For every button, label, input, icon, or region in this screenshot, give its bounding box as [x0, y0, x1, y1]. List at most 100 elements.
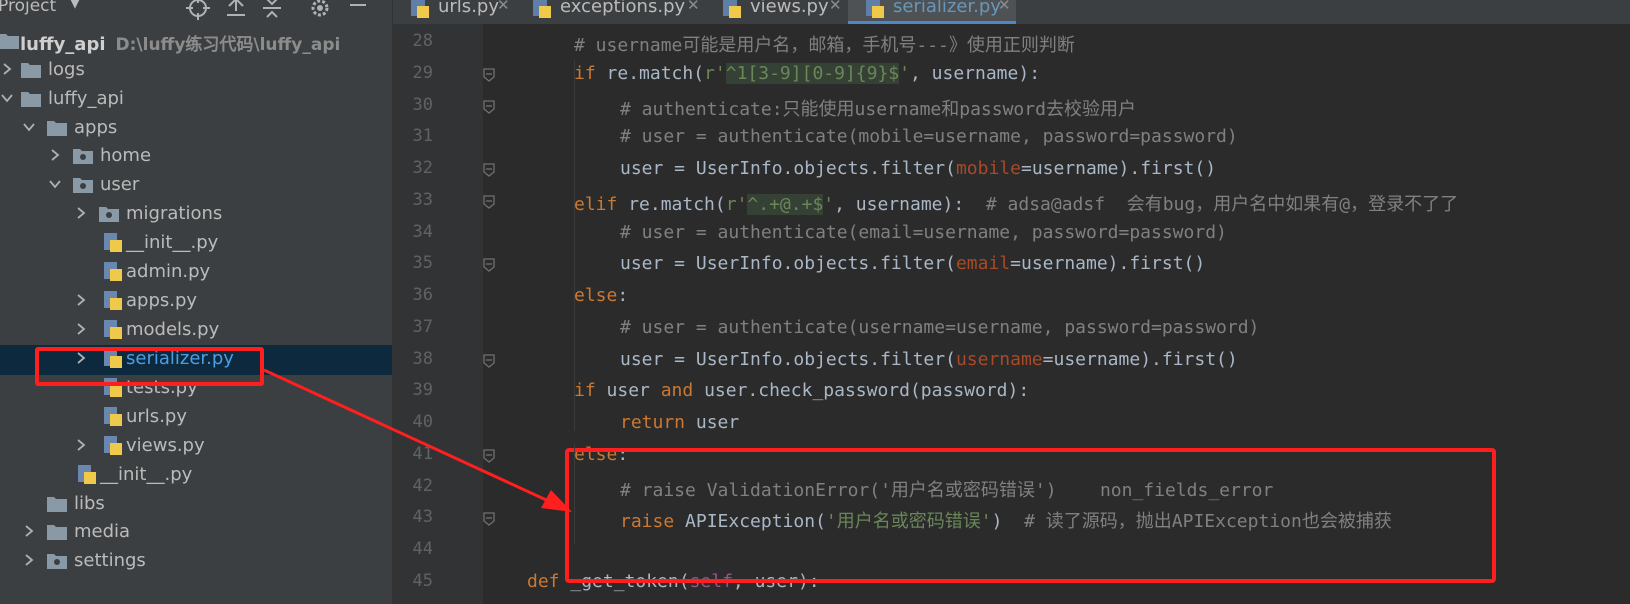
line-number: 33	[412, 190, 433, 210]
folder-icon	[47, 121, 67, 136]
tree-item[interactable]: home	[0, 142, 392, 172]
line-number: 35	[412, 253, 433, 273]
fold-marker-icon[interactable]	[482, 511, 496, 527]
tree-item[interactable]: urls.py	[0, 403, 392, 433]
line-number: 37	[412, 317, 433, 337]
tree-item[interactable]: views.py	[0, 432, 392, 462]
expand-all-icon[interactable]	[222, 0, 250, 22]
tree-item-name: settings	[74, 550, 146, 571]
tree-item-label: apps	[74, 117, 117, 138]
python-file-icon	[104, 262, 122, 281]
chevron-down-icon[interactable]	[0, 91, 14, 105]
tab-exceptions-py[interactable]: exceptions.py ✕	[515, 0, 705, 24]
locate-icon[interactable]	[184, 0, 212, 22]
tree-item-name: apps	[74, 117, 118, 138]
close-icon[interactable]: ✕	[829, 0, 842, 14]
tree-item[interactable]: media	[0, 518, 392, 548]
chevron-right-icon[interactable]	[48, 148, 62, 162]
tree-item[interactable]: luffy_api	[0, 85, 392, 115]
minimize-icon[interactable]	[344, 0, 372, 22]
folder-icon	[0, 34, 19, 49]
fold-marker-icon[interactable]	[482, 257, 496, 273]
code-line[interactable]: # user = authenticate(username=username,…	[620, 317, 1259, 338]
tree-item-label: logs	[48, 59, 85, 80]
chevron-right-icon[interactable]	[0, 62, 14, 76]
tree-item-name: __init__.py	[100, 464, 193, 485]
tree-item[interactable]: luffy_api D:\luffy练习代码\luffy_api	[0, 27, 392, 57]
code-line[interactable]: else:	[574, 285, 628, 306]
tree-item-label: apps.py	[126, 290, 197, 311]
indent-guide	[574, 444, 575, 544]
tree-item-label: libs	[74, 493, 105, 514]
code-line[interactable]: # username可能是用户名，邮箱，手机号---》使用正则判断	[574, 31, 1075, 57]
tree-item[interactable]: admin.py	[0, 258, 392, 288]
close-icon[interactable]: ✕	[497, 0, 510, 14]
gear-icon[interactable]	[306, 0, 334, 22]
chevron-right-icon[interactable]	[74, 206, 88, 220]
tab-urls-py[interactable]: urls.py ✕	[393, 0, 515, 24]
folder-icon	[21, 92, 41, 107]
tree-item[interactable]: apps	[0, 114, 392, 144]
chevron-right-icon[interactable]	[74, 322, 88, 336]
folder-icon	[47, 525, 67, 540]
chevron-down-icon[interactable]: ▼	[70, 0, 80, 11]
chevron-right-icon[interactable]	[22, 553, 36, 567]
collapse-all-icon[interactable]	[258, 0, 286, 22]
fold-marker-icon[interactable]	[482, 194, 496, 210]
chevron-right-icon[interactable]	[22, 524, 36, 538]
fold-marker-icon[interactable]	[482, 353, 496, 369]
code-line[interactable]: # user = authenticate(mobile=username, p…	[620, 126, 1238, 147]
tree-item-name: urls.py	[126, 406, 187, 427]
tree-item-name: views.py	[126, 435, 205, 456]
code-line[interactable]: user = UserInfo.objects.filter(mobile=us…	[620, 158, 1216, 179]
fold-marker-icon[interactable]	[482, 162, 496, 178]
code-annotation-box	[565, 448, 1496, 583]
tree-item-label: luffy_api	[48, 88, 124, 109]
python-file-icon	[533, 0, 551, 18]
tree-annotation-box	[35, 347, 264, 386]
line-number: 45	[412, 571, 433, 591]
code-line[interactable]: if user and user.check_password(password…	[574, 380, 1029, 401]
tree-item-label: migrations	[126, 203, 222, 224]
line-number: 41	[412, 444, 433, 464]
python-file-icon	[411, 0, 429, 18]
python-file-icon	[104, 407, 122, 426]
tree-item-label: __init__.py	[126, 232, 218, 253]
tab-serializer-py[interactable]: serializer.py ✕	[848, 0, 1016, 24]
line-number: 39	[412, 380, 433, 400]
code-line[interactable]: # user = authenticate(email=username, pa…	[620, 222, 1227, 243]
project-panel-title[interactable]: Project	[0, 0, 56, 16]
code-line[interactable]: elif re.match(r'^.+@.+$', username): # a…	[574, 190, 1458, 216]
code-line[interactable]: if re.match(r'^1[3-9][0-9]{9}$', usernam…	[574, 63, 1040, 84]
tree-item-name: admin.py	[126, 261, 211, 282]
tab-views-py[interactable]: views.py ✕	[705, 0, 848, 24]
chevron-right-icon[interactable]	[74, 438, 88, 452]
tree-item[interactable]: __init__.py	[0, 461, 392, 491]
chevron-down-icon[interactable]	[48, 177, 62, 191]
chevron-down-icon[interactable]	[22, 120, 36, 134]
tree-item[interactable]: __init__.py	[0, 229, 392, 259]
code-line[interactable]: # authenticate:只能使用username和password去校验用…	[620, 95, 1136, 121]
close-icon[interactable]: ✕	[998, 0, 1011, 14]
tree-item[interactable]: user	[0, 171, 392, 201]
fold-marker-icon[interactable]	[482, 67, 496, 83]
tree-item[interactable]: libs	[0, 490, 392, 520]
tree-item[interactable]: models.py	[0, 316, 392, 346]
code-line[interactable]: user = UserInfo.objects.filter(email=use…	[620, 253, 1205, 274]
tree-item[interactable]: settings	[0, 547, 392, 577]
tree-item[interactable]: migrations	[0, 200, 392, 230]
chevron-right-icon[interactable]	[74, 293, 88, 307]
folder-icon	[47, 497, 67, 512]
close-icon[interactable]: ✕	[687, 0, 700, 14]
code-line[interactable]: return user	[620, 412, 739, 433]
fold-marker-icon[interactable]	[482, 99, 496, 115]
package-folder-icon	[47, 554, 67, 569]
line-number: 32	[412, 158, 433, 178]
code-line[interactable]: user = UserInfo.objects.filter(username=…	[620, 349, 1238, 370]
tree-item[interactable]: logs	[0, 56, 392, 86]
tree-item[interactable]: apps.py	[0, 287, 392, 317]
tree-item-name: models.py	[126, 319, 220, 340]
line-number: 29	[412, 63, 433, 83]
fold-marker-icon[interactable]	[482, 448, 496, 464]
tree-item-label: settings	[74, 550, 146, 571]
